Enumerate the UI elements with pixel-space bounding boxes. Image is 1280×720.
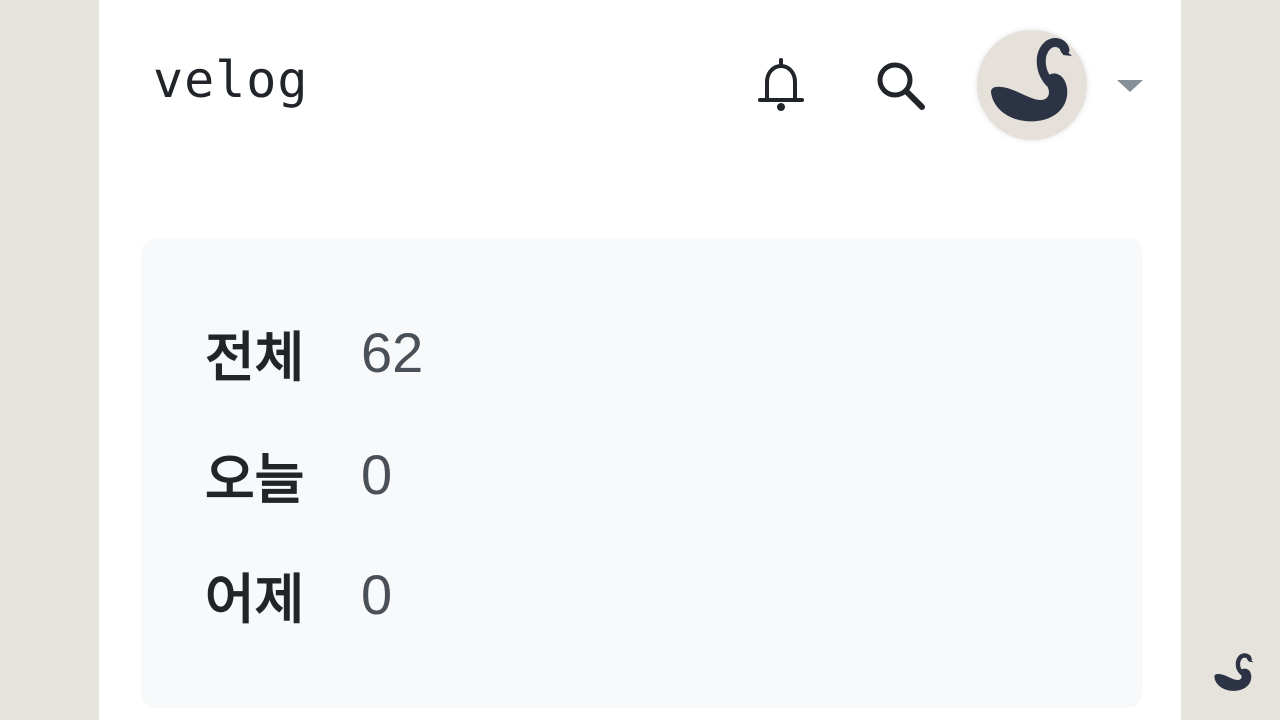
- search-icon: [877, 62, 925, 110]
- main-page: velog 전체 62 오늘 0 어제 0: [99, 0, 1181, 720]
- stat-label-today: 오늘: [205, 447, 305, 511]
- stat-row-yesterday: 어제 0: [205, 554, 392, 634]
- notification-button[interactable]: [751, 52, 811, 116]
- bell-icon: [758, 58, 804, 111]
- corner-swan-logo[interactable]: [1212, 652, 1256, 696]
- header: velog: [99, 0, 1181, 170]
- stat-row-total: 전체 62: [205, 312, 423, 392]
- stat-label-yesterday: 어제: [205, 567, 305, 631]
- swan-icon: [1214, 653, 1254, 691]
- search-button[interactable]: [869, 56, 933, 116]
- site-logo[interactable]: velog: [153, 50, 309, 110]
- stat-value-yesterday: 0: [361, 562, 393, 626]
- stat-row-today: 오늘 0: [205, 434, 392, 514]
- user-avatar[interactable]: [977, 30, 1087, 140]
- user-menu-dropdown[interactable]: [1115, 72, 1145, 98]
- stat-value-total: 62: [361, 320, 424, 384]
- stat-value-today: 0: [361, 442, 393, 506]
- swan-icon: [991, 38, 1072, 122]
- stats-panel: 전체 62 오늘 0 어제 0: [141, 238, 1143, 708]
- stat-label-total: 전체: [205, 325, 305, 389]
- caret-down-icon: [1117, 80, 1143, 92]
